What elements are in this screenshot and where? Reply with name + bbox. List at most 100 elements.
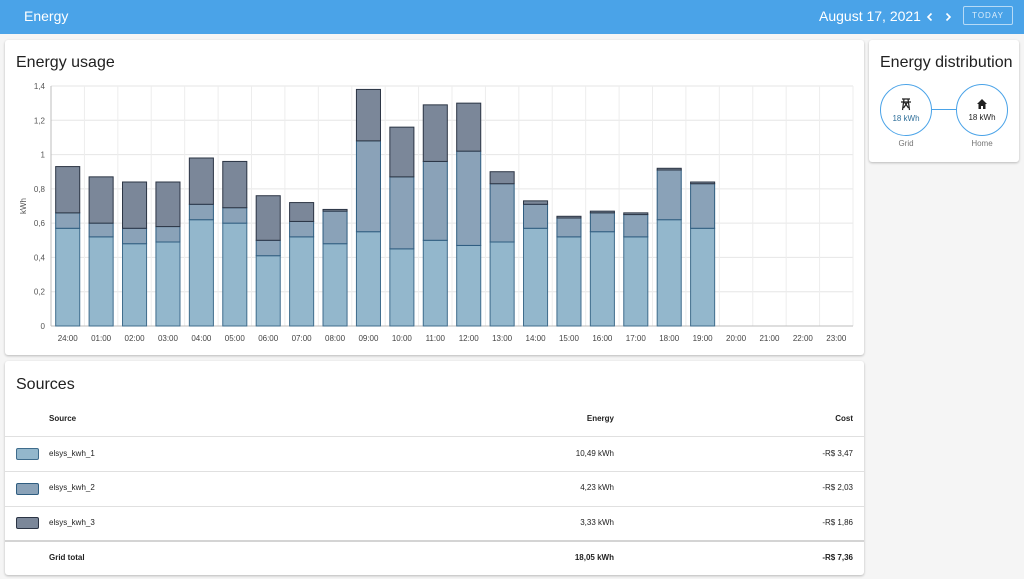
- bar-segment-elsys_kwh_2: [656, 169, 682, 221]
- y-tick-label: 1,2: [34, 116, 46, 125]
- y-axis-label: kWh: [19, 198, 28, 214]
- series-color-swatch: [16, 517, 39, 529]
- bar-segment-elsys_kwh_2: [523, 203, 549, 229]
- bar-segment-elsys_kwh_3: [155, 181, 181, 228]
- bar-segment-elsys_kwh_2: [155, 226, 181, 243]
- bar-segment-elsys_kwh_2: [289, 220, 315, 238]
- bar-segment-elsys_kwh_2: [55, 212, 81, 229]
- x-tick-label: 13:00: [492, 334, 513, 343]
- bar-segment-elsys_kwh_3: [255, 195, 281, 241]
- source-name: elsys_kwh_1: [49, 449, 95, 458]
- source-cost: -R$ 3,47: [822, 449, 853, 458]
- source-name: elsys_kwh_2: [49, 483, 95, 492]
- bar-segment-elsys_kwh_1: [523, 227, 549, 327]
- bar-segment-elsys_kwh_2: [255, 239, 281, 257]
- bar-segment-elsys_kwh_3: [188, 157, 214, 205]
- x-tick-label: 16:00: [592, 334, 613, 343]
- source-column-header: Source: [49, 414, 77, 423]
- bar-segment-elsys_kwh_3: [690, 181, 716, 185]
- bar-segment-elsys_kwh_2: [88, 222, 114, 238]
- bar-segment-elsys_kwh_1: [456, 244, 482, 327]
- series-color-swatch: [16, 448, 39, 460]
- previous-day-button[interactable]: [923, 8, 937, 26]
- x-tick-label: 15:00: [559, 334, 580, 343]
- y-tick-label: 1: [41, 151, 46, 160]
- bar-segment-elsys_kwh_1: [322, 243, 348, 327]
- home-label: Home: [971, 139, 993, 148]
- home-icon: [977, 99, 987, 109]
- bar-segment-elsys_kwh_2: [489, 183, 515, 243]
- x-tick-label: 07:00: [292, 334, 313, 343]
- energy-column-header: Energy: [586, 414, 614, 423]
- x-tick-label: 23:00: [826, 334, 847, 343]
- y-tick-label: 0: [41, 322, 46, 331]
- x-tick-label: 06:00: [258, 334, 279, 343]
- transmission-tower-icon: [901, 98, 911, 111]
- total-energy: 18,05 kWh: [574, 553, 614, 562]
- bar-segment-elsys_kwh_3: [355, 88, 381, 142]
- bar-segment-elsys_kwh_3: [389, 126, 415, 178]
- x-tick-label: 10:00: [392, 334, 413, 343]
- bar-segment-elsys_kwh_3: [456, 102, 482, 152]
- bar-segment-elsys_kwh_3: [523, 200, 549, 205]
- chevron-right-icon: [945, 12, 952, 22]
- bar-segment-elsys_kwh_1: [389, 248, 415, 327]
- x-tick-label: 04:00: [191, 334, 212, 343]
- bar-segment-elsys_kwh_3: [489, 171, 515, 185]
- table-divider: [5, 506, 864, 507]
- total-cost: -R$ 7,36: [822, 553, 853, 562]
- energy-usage-chart: 0 0,2 0,4 0,6 0,8 1 1,2 1,4 kWh 24:00 01:00 02:00 03…: [19, 82, 854, 343]
- bar-segment-elsys_kwh_3: [589, 210, 615, 214]
- x-tick-label: 02:00: [125, 334, 146, 343]
- bar-segment-elsys_kwh_1: [656, 219, 682, 327]
- source-cost: -R$ 1,86: [822, 518, 853, 527]
- total-label: Grid total: [49, 553, 85, 562]
- bar-segment-elsys_kwh_2: [188, 203, 214, 221]
- date-label: August 17, 2021: [819, 8, 921, 24]
- bar-segment-elsys_kwh_3: [122, 181, 148, 229]
- next-day-button[interactable]: [941, 8, 955, 26]
- bar-segment-elsys_kwh_2: [222, 207, 248, 224]
- x-tick-label: 18:00: [659, 334, 680, 343]
- x-tick-label: 17:00: [626, 334, 647, 343]
- source-energy: 3,33 kWh: [580, 518, 614, 527]
- sources-title: Sources: [16, 376, 75, 393]
- y-tick-label: 0,6: [34, 219, 46, 228]
- bar-segment-elsys_kwh_1: [188, 219, 214, 327]
- bar-segment-elsys_kwh_2: [389, 176, 415, 250]
- bar-segment-elsys_kwh_1: [222, 222, 248, 327]
- series-color-swatch: [16, 483, 39, 495]
- bar-segment-elsys_kwh_1: [289, 236, 315, 327]
- x-tick-label: 09:00: [358, 334, 379, 343]
- source-energy: 10,49 kWh: [575, 449, 614, 458]
- bar-segment-elsys_kwh_2: [322, 210, 348, 245]
- table-divider: [5, 540, 864, 542]
- grid-node[interactable]: 18 kWh: [880, 84, 932, 136]
- x-tick-label: 01:00: [91, 334, 112, 343]
- bar-segment-elsys_kwh_1: [489, 241, 515, 327]
- bar-segment-elsys_kwh_3: [222, 160, 248, 209]
- grid-value: 18 kWh: [892, 114, 920, 123]
- source-name: elsys_kwh_3: [49, 518, 95, 527]
- chevron-left-icon: [926, 12, 933, 22]
- x-tick-label: 21:00: [759, 334, 780, 343]
- bar-segment-elsys_kwh_3: [422, 104, 448, 162]
- bar-segment-elsys_kwh_2: [422, 160, 448, 241]
- bar-segment-elsys_kwh_3: [289, 202, 315, 222]
- x-tick-label: 20:00: [726, 334, 747, 343]
- bar-segment-elsys_kwh_1: [122, 243, 148, 327]
- energy-distribution-card: Energy distribution 18 kWh Grid 18 kWh H…: [869, 40, 1019, 162]
- grid-home-flow-line: [932, 109, 956, 110]
- app-header: Energy August 17, 2021 TODAY: [0, 0, 1024, 34]
- table-divider: [5, 436, 864, 437]
- home-node[interactable]: 18 kWh: [956, 84, 1008, 136]
- cost-column-header: Cost: [835, 414, 853, 423]
- bar-segment-elsys_kwh_2: [556, 217, 582, 238]
- today-button[interactable]: TODAY: [963, 6, 1013, 25]
- bar-segment-elsys_kwh_2: [355, 140, 381, 233]
- x-tick-label: 24:00: [58, 334, 79, 343]
- source-energy: 4,23 kWh: [580, 483, 614, 492]
- y-tick-label: 1,4: [34, 82, 46, 91]
- bar-segment-elsys_kwh_2: [623, 214, 649, 238]
- bar-segment-elsys_kwh_1: [422, 239, 448, 327]
